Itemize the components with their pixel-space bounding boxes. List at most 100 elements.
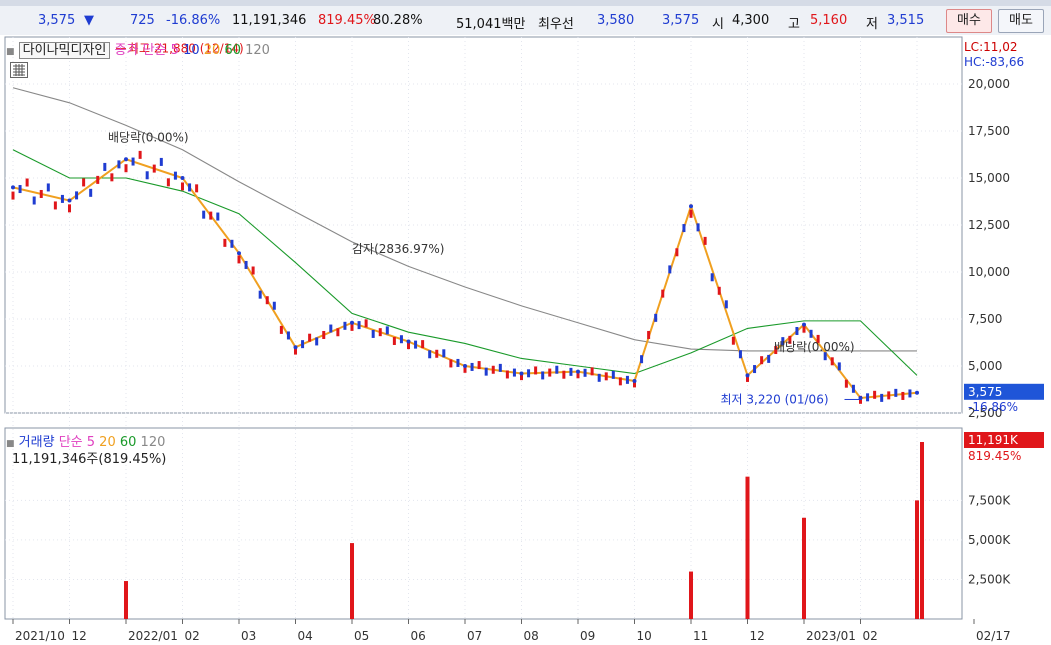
current-price-tag: 3,575 [968,385,1002,399]
price-axis-tick-label: 12,500 [968,218,1010,232]
price-candle [880,393,884,402]
price-candle [251,266,255,275]
current-volume-pct: 819.45% [968,449,1021,463]
price-candle [442,349,446,358]
price-candle [844,379,848,388]
x-axis-tick-label: 09 [580,629,595,643]
price-candle [696,223,700,232]
x-axis-tick-label: 11 [693,629,708,643]
buy-button[interactable]: 매수 [946,9,992,33]
down-arrow-icon: ▼ [84,13,94,28]
price-candle [364,319,368,328]
price-candle [541,371,545,380]
best-quote-label: 최우선 [538,17,574,32]
lc-label: LC:11,02 [964,40,1018,54]
price-candle [562,370,566,379]
close-point [632,379,637,384]
price-candle [703,236,707,245]
grid-toggle-icon[interactable] [10,62,28,78]
price-candle [68,204,71,213]
price-candle [272,301,276,310]
price-axis-tick-label: 15,000 [968,171,1010,185]
dividend-annotation-1: 배당락(0.00%) [108,130,189,144]
price-candle [908,389,912,398]
price-candle [505,370,509,379]
price-candle [851,384,855,393]
volume-bar [802,517,806,619]
price-candle [866,393,870,402]
trade-volume: 11,191,346 [232,13,307,28]
price-candle [534,366,538,375]
price-candle [315,337,319,346]
price-panel-header: ■ 다이나믹디자인 종가 단순 5 10 20 60 120 [6,42,270,59]
price-candle [138,150,142,159]
price-candle [392,336,396,345]
price-candle [873,390,877,399]
price-candle [188,183,192,192]
price-candle [89,188,93,197]
close-point [519,371,524,376]
volume-bar [689,571,693,619]
x-axis-tick-label: 2022/01 [128,629,178,643]
x-axis-tick-label: 04 [298,629,313,643]
price-candle [731,336,735,345]
best-bid: 3,575 [662,13,700,28]
close-point [180,176,185,180]
price-candle [421,340,425,349]
price-candle [25,178,29,187]
price-candle [258,290,262,299]
price-candle [385,326,389,335]
close-point [237,251,241,256]
price-candle [477,361,481,370]
stock-chart[interactable]: 20,000 17,500 15,000 12,500 10,000 7,500 5,000… [0,35,1051,645]
price-candle [809,329,813,338]
high-price: 5,160 [810,13,848,28]
dividend-annotation-2: 배당락(0.00%) [774,340,855,354]
price-axis-tick-label: 10,000 [968,265,1010,279]
stock-name[interactable]: 다이나믹디자인 [18,42,111,59]
price-candle [837,362,841,371]
hc-label: HC:-83,66 [964,55,1025,69]
sell-button[interactable]: 매도 [998,9,1044,33]
price-candle [654,313,658,322]
price-candle [279,325,283,334]
close-point [576,369,580,374]
price-change-pct: -16.86% [166,13,221,28]
price-candle [611,370,615,379]
price-candle [329,324,333,333]
price-candle [710,273,714,282]
x-axis-tick-label: 02 [863,629,878,643]
price-candle [738,350,742,359]
ma-period-20: 20 [203,43,221,58]
ma-period-120: 120 [245,43,270,58]
close-point [11,185,15,190]
price-candle [152,164,156,173]
price-candle [456,358,460,367]
price-candle [583,368,587,377]
price-candle [39,189,43,198]
price-candle [195,184,199,193]
volume-axis-tick-label: 5,000K [968,533,1011,547]
volume-bar [124,581,128,619]
price-axis-tick-label: 20,000 [968,77,1010,91]
close-point [689,204,693,209]
price-candle [166,178,170,187]
x-axis-tick-label: 12 [750,629,765,643]
quote-info-bar: 3,575 ▼ 725 -16.86% 11,191,346 819.45% 8… [0,6,1051,36]
x-axis-tick-label: 06 [411,629,426,643]
price-candle [830,357,834,366]
close-point [350,320,354,325]
price-candle [717,286,721,295]
price-candle [209,211,213,220]
price-candle [308,333,312,342]
price-candle [237,255,241,264]
current-volume-tag: 11,191K [968,433,1019,447]
price-candle [484,367,488,376]
price-candle [75,191,79,200]
price-candle [618,377,622,386]
ma-period-5: 5 [170,43,179,58]
price-candle [767,354,771,363]
close-point [745,373,750,378]
open-label: 시 [712,17,724,32]
x-axis-tick-label: 03 [241,629,256,643]
